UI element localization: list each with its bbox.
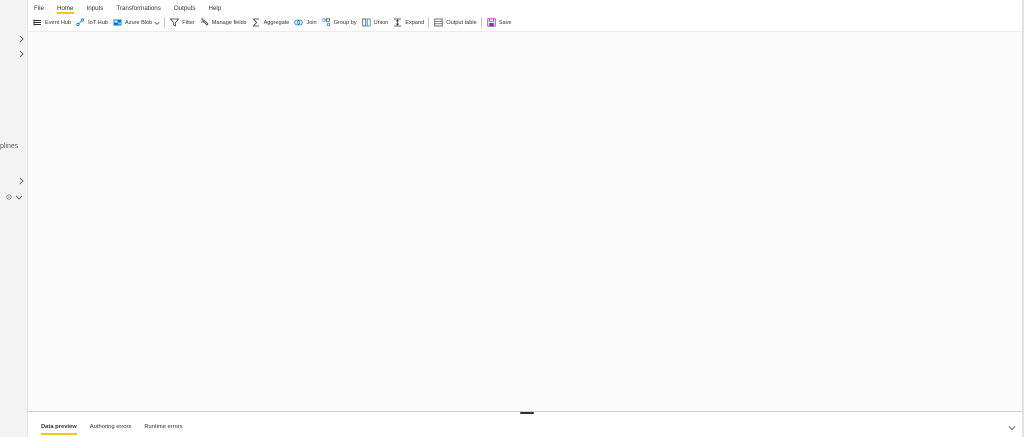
- bottom-panel-tabs: Data preview Authoring errors Runtime er…: [28, 418, 1024, 437]
- design-canvas[interactable]: [28, 32, 1024, 411]
- iot-hub-icon: [76, 18, 85, 27]
- azure-blob-dropdown[interactable]: Azure Blob: [113, 18, 160, 27]
- chevron-right-icon[interactable]: [17, 177, 25, 185]
- save-button[interactable]: Save: [487, 18, 512, 27]
- event-hub-icon: [33, 19, 41, 26]
- expand-icon: [394, 18, 402, 27]
- ribbon-menu-bar: File Home Inputs Transformations Outputs…: [28, 0, 1024, 14]
- union-label: Union: [373, 19, 389, 26]
- left-navigation-rail: plines: [0, 0, 28, 437]
- group-by-button[interactable]: Group by: [322, 18, 357, 27]
- rail-item-pipelines-label[interactable]: plines: [0, 143, 18, 150]
- menu-transformations[interactable]: Transformations: [116, 5, 160, 14]
- group-by-label: Group by: [333, 19, 357, 26]
- group-by-icon: [322, 18, 330, 27]
- tab-data-preview[interactable]: Data preview: [41, 418, 77, 435]
- toolbar-separator: [480, 17, 482, 28]
- menu-home[interactable]: Home: [56, 5, 74, 14]
- aggregate-button[interactable]: Aggregate: [252, 18, 290, 27]
- filter-icon: [170, 18, 180, 27]
- event-hub-button[interactable]: Event Hub: [33, 18, 71, 27]
- toolbar-separator: [428, 17, 430, 28]
- event-hub-label: Event Hub: [45, 19, 72, 26]
- manage-fields-button[interactable]: Manage fields: [200, 18, 247, 27]
- chevron-right-icon[interactable]: [17, 50, 25, 58]
- chevron-right-icon[interactable]: [17, 35, 25, 43]
- resize-grip-handle[interactable]: [520, 412, 534, 414]
- filter-button[interactable]: Filter: [170, 18, 195, 27]
- home-toolbar: Event Hub IoT Hub Azure Blob Filter Mana…: [28, 14, 1024, 32]
- join-label: Join: [306, 19, 317, 26]
- menu-inputs[interactable]: Inputs: [87, 5, 104, 14]
- filter-label: Filter: [182, 19, 195, 26]
- settings-icon[interactable]: [5, 193, 13, 201]
- chevron-down-icon[interactable]: [15, 193, 23, 201]
- join-icon: [294, 19, 304, 26]
- sigma-icon: [252, 18, 259, 27]
- manage-fields-label: Manage fields: [211, 19, 247, 26]
- menu-outputs[interactable]: Outputs: [174, 5, 196, 14]
- output-table-button[interactable]: Output table: [434, 18, 477, 27]
- menu-file[interactable]: File: [34, 5, 44, 14]
- save-icon: [487, 18, 496, 27]
- manage-fields-icon: [200, 18, 209, 26]
- tab-authoring-errors[interactable]: Authoring errors: [90, 418, 132, 433]
- chevron-down-icon[interactable]: [1008, 424, 1016, 432]
- azure-blob-icon: [113, 19, 122, 26]
- expand-button[interactable]: Expand: [393, 18, 424, 27]
- union-icon: [362, 18, 371, 27]
- union-button[interactable]: Union: [362, 18, 389, 27]
- aggregate-label: Aggregate: [263, 19, 290, 26]
- chevron-down-icon: [154, 21, 160, 25]
- menu-help[interactable]: Help: [209, 5, 222, 14]
- azure-blob-label: Azure Blob: [124, 19, 153, 26]
- join-button[interactable]: Join: [294, 18, 317, 27]
- output-table-label: Output table: [446, 19, 477, 26]
- iot-hub-button[interactable]: IoT Hub: [76, 18, 108, 27]
- toolbar-separator: [164, 17, 166, 28]
- expand-label: Expand: [405, 19, 425, 26]
- iot-hub-label: IoT Hub: [88, 19, 108, 26]
- table-icon: [434, 18, 443, 27]
- save-label: Save: [498, 19, 512, 26]
- tab-runtime-errors[interactable]: Runtime errors: [144, 418, 182, 433]
